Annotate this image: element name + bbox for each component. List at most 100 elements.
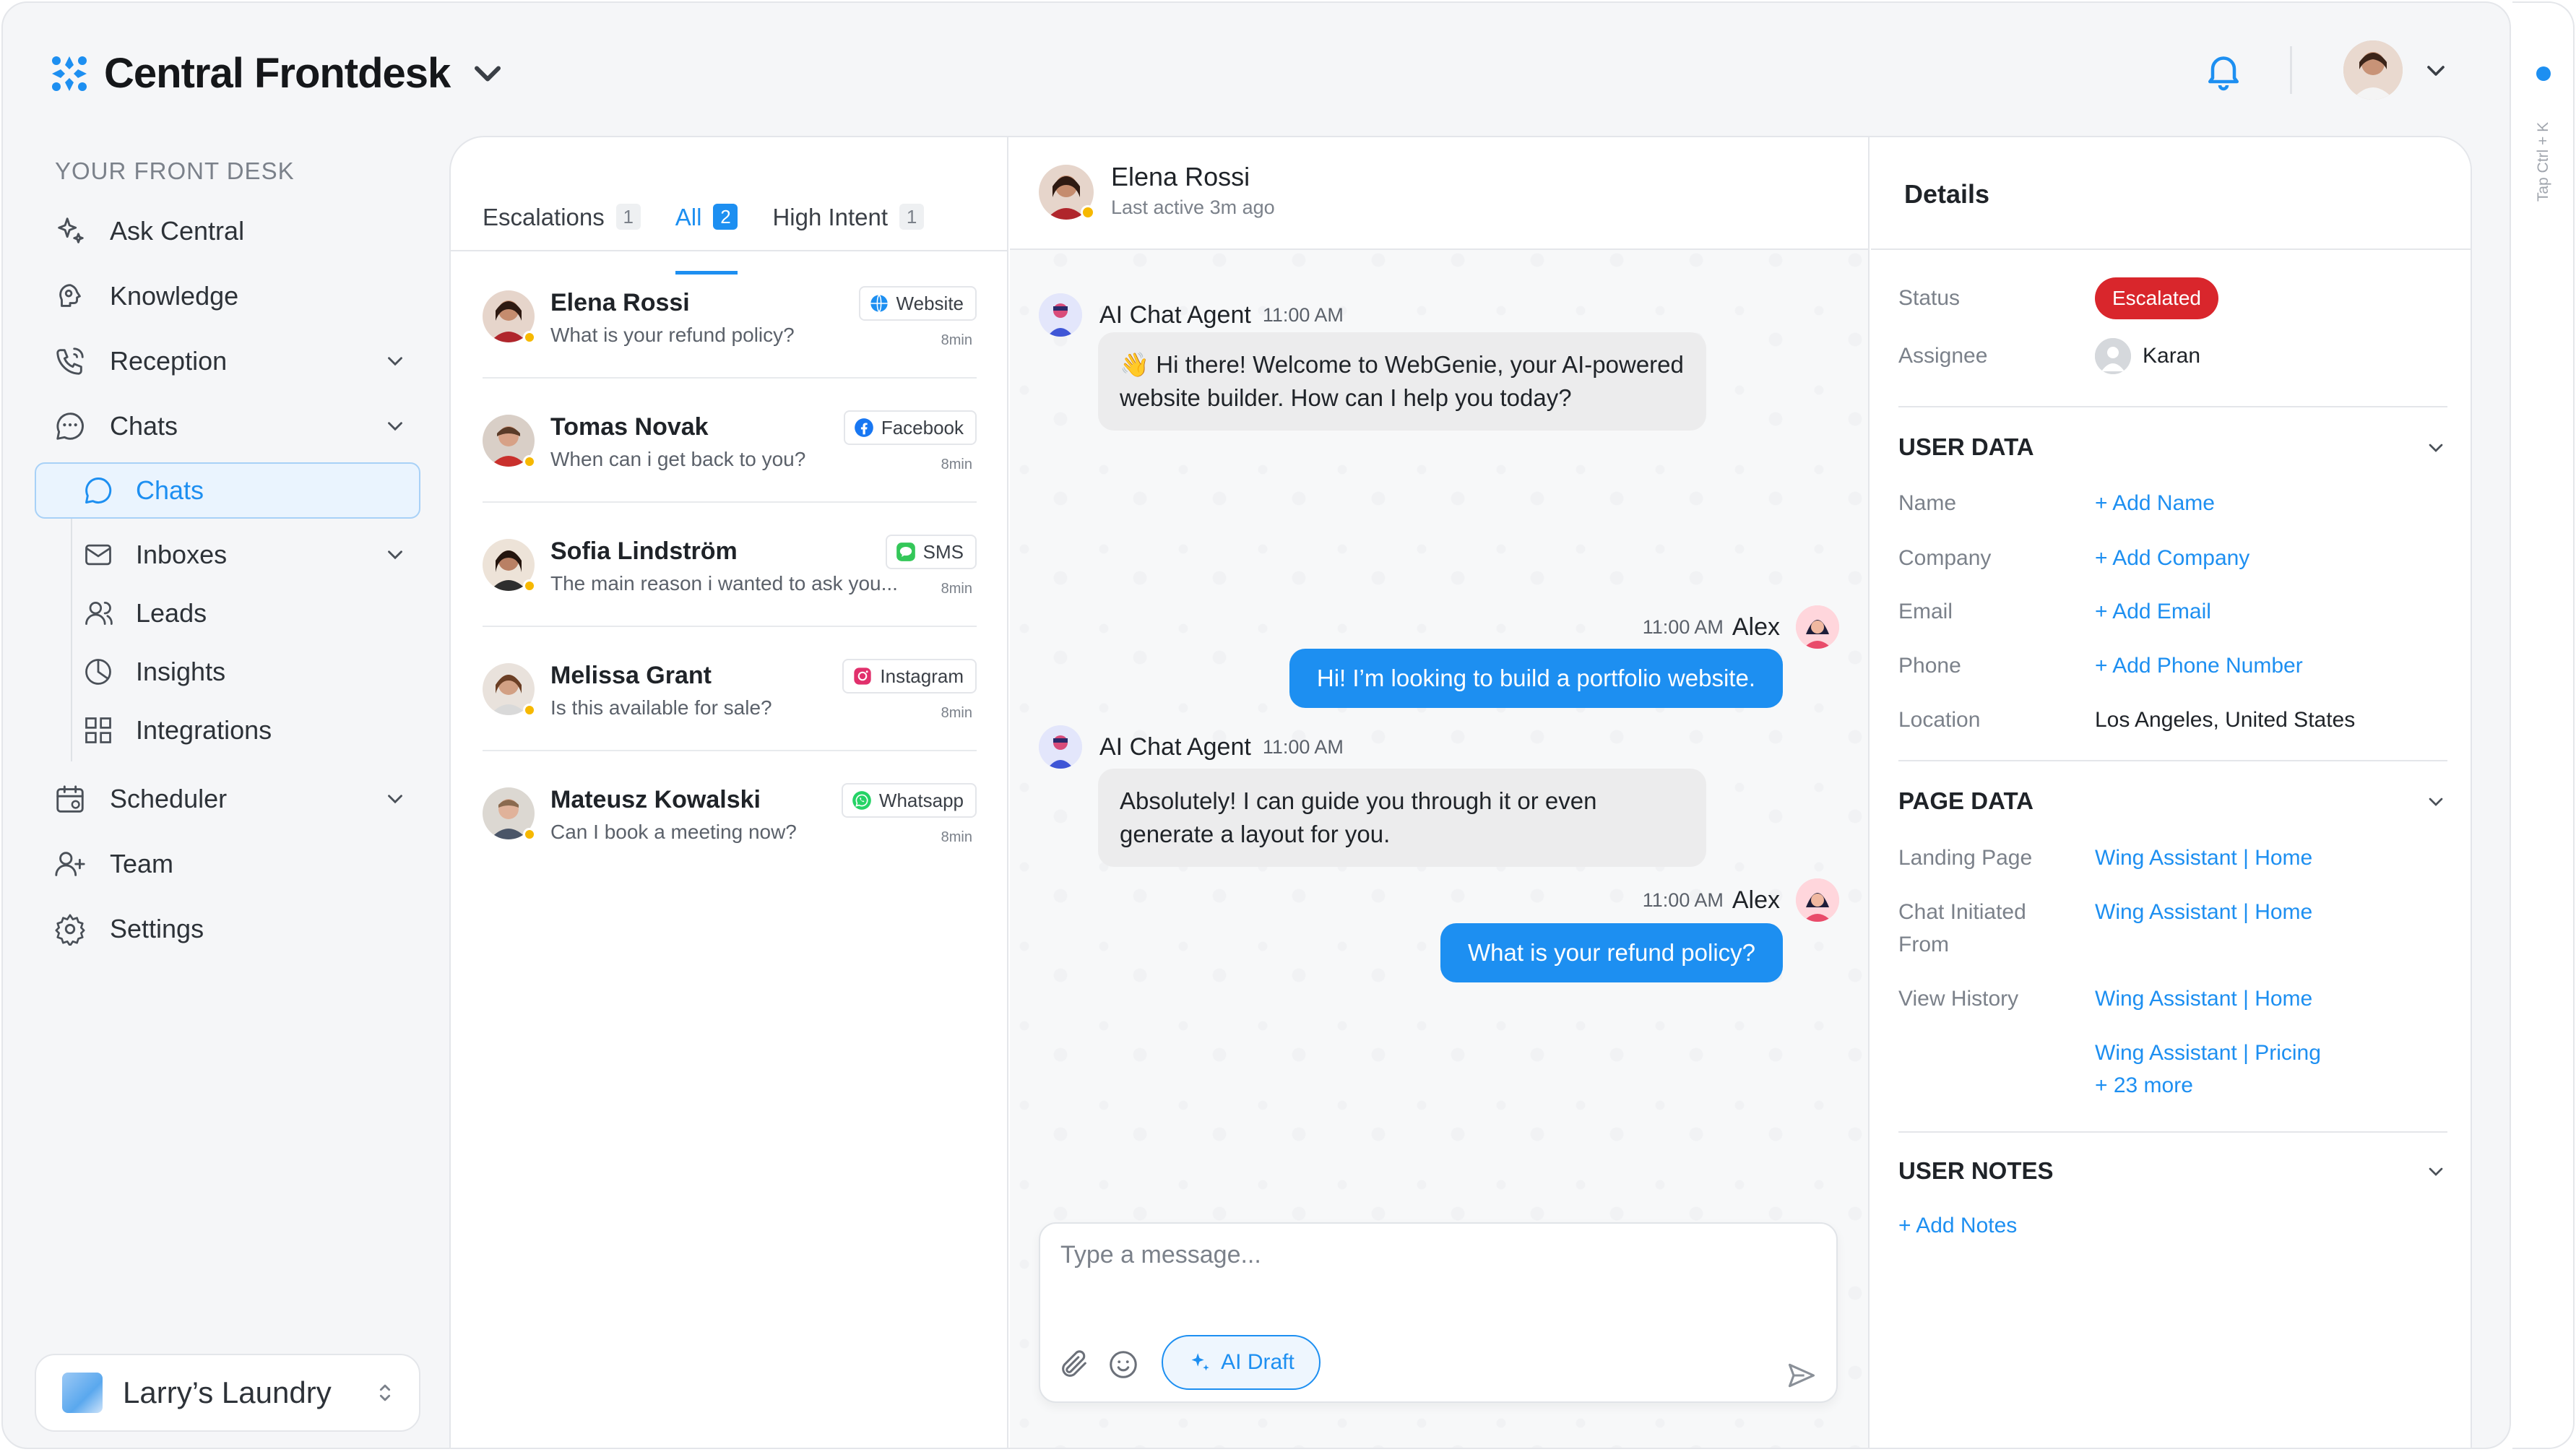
add-phone-link[interactable]: + Add Phone Number	[2095, 649, 2303, 683]
team-icon	[55, 852, 85, 876]
add-notes-link[interactable]: + Add Notes	[1898, 1209, 2017, 1243]
source-label: Whatsapp	[878, 789, 964, 811]
paperclip-icon[interactable]	[1058, 1348, 1091, 1381]
ai-draft-button[interactable]: AI Draft	[1162, 1335, 1321, 1390]
section-page-data[interactable]: PAGE DATA	[1898, 787, 2447, 815]
message-timestamp: 11:00 AM	[1642, 889, 1724, 911]
message-input[interactable]: Type a message...	[1060, 1241, 1261, 1269]
section-title: PAGE DATA	[1898, 787, 2033, 814]
status-label: Status	[1898, 286, 1961, 310]
sidebar-item-reception[interactable]: Reception	[53, 340, 407, 383]
outgoing-message-bubble: What is your refund policy?	[1440, 923, 1783, 982]
message-time: 8min	[941, 829, 972, 845]
status-dot	[523, 828, 536, 841]
status-badge[interactable]: Escalated	[2095, 277, 2218, 319]
company-label: Company	[1898, 546, 1992, 570]
assignee-selector[interactable]: Karan	[2095, 338, 2200, 374]
sidebar-item-settings[interactable]: Settings	[53, 907, 407, 951]
brain-icon	[59, 284, 81, 307]
history-link[interactable]: Wing Assistant | Pricing	[2095, 1037, 2321, 1070]
sub-nav-guide	[71, 519, 72, 761]
sidebar-item-team[interactable]: Team	[53, 842, 407, 886]
sidebar-item-label: Knowledge	[110, 281, 239, 311]
user-avatar[interactable]	[2343, 40, 2403, 100]
incoming-message-bubble: Absolutely! I can guide you through it o…	[1098, 769, 1706, 867]
sender-name: AI Chat Agent	[1099, 301, 1251, 329]
sidebar-subitem-insights[interactable]: Insights	[82, 650, 407, 693]
pie-chart-icon	[85, 659, 111, 685]
last-message: The main reason i wanted to ask you...	[550, 572, 898, 595]
chevron-down-icon[interactable]	[383, 414, 407, 438]
add-company-link[interactable]: + Add Company	[2095, 542, 2249, 575]
command-rail: Tap Ctrl + K	[2512, 1, 2575, 1449]
message-composer[interactable]: Type a message... AI Draft	[1039, 1222, 1838, 1403]
conversation-item[interactable]: Mateusz Kowalski Can I book a meeting no…	[483, 751, 977, 876]
chevron-down-icon[interactable]	[2424, 790, 2447, 813]
conversation-item[interactable]: Elena Rossi What is your refund policy? …	[483, 254, 977, 379]
chevron-down-icon[interactable]	[466, 52, 509, 95]
users-icon	[85, 601, 113, 626]
last-message: Can I book a meeting now?	[550, 821, 797, 843]
source-label: Facebook	[881, 416, 964, 438]
status-dot	[1081, 205, 1095, 220]
landing-page-link[interactable]: Wing Assistant | Home	[2095, 842, 2312, 875]
location-label: Location	[1898, 708, 1981, 732]
sidebar-section-title: YOUR FRONT DESK	[55, 157, 295, 184]
conversation-item[interactable]: Melissa Grant Is this available for sale…	[483, 627, 977, 751]
section-user-data[interactable]: USER DATA	[1898, 433, 2447, 461]
section-user-notes[interactable]: USER NOTES	[1898, 1157, 2447, 1185]
chat-initiated-link[interactable]: Wing Assistant | Home	[2095, 896, 2312, 929]
sidebar-subitem-inboxes[interactable]: Inboxes	[82, 533, 407, 576]
last-message: When can i get back to you?	[550, 448, 806, 470]
sidebar-item-label: Chats	[136, 475, 204, 505]
sidebar-item-scheduler[interactable]: Scheduler	[53, 777, 407, 821]
send-icon[interactable]	[1786, 1360, 1818, 1391]
workspace-logo	[62, 1373, 103, 1413]
whatsapp-icon	[852, 791, 871, 810]
sidebar-item-ask-central[interactable]: Ask Central	[53, 209, 407, 253]
contact-name: Mateusz Kowalski	[550, 786, 761, 813]
notification-bell-icon[interactable]	[2202, 49, 2245, 92]
chevron-down-icon[interactable]	[383, 787, 407, 811]
emoji-icon[interactable]	[1107, 1348, 1140, 1381]
chevron-down-icon[interactable]	[2424, 1160, 2447, 1183]
sidebar-item-chats[interactable]: Chats	[53, 405, 407, 448]
chevron-down-icon[interactable]	[2424, 436, 2447, 459]
chat-header: Elena Rossi Last active 3m ago	[1010, 137, 1868, 250]
chevron-down-icon[interactable]	[383, 349, 407, 373]
add-email-link[interactable]: + Add Email	[2095, 595, 2211, 628]
section-divider	[1898, 406, 2447, 407]
ai-draft-label: AI Draft	[1221, 1350, 1295, 1374]
sidebar-subitem-integrations[interactable]: Integrations	[82, 709, 407, 752]
status-dot	[523, 704, 536, 717]
tab-count: 2	[713, 204, 738, 230]
last-message: Is this available for sale?	[550, 696, 772, 719]
sidebar-item-label: Ask Central	[110, 216, 245, 246]
chat-bubble-icon	[56, 412, 84, 440]
last-message: What is your refund policy?	[550, 324, 795, 346]
sidebar-item-label: Insights	[136, 657, 226, 686]
sms-icon	[896, 543, 915, 561]
conversation-item[interactable]: Tomas Novak When can i get back to you? …	[483, 379, 977, 503]
assignee-name: Karan	[2143, 344, 2201, 368]
brand-name: Central Frontdesk	[104, 50, 451, 97]
brand[interactable]: Central Frontdesk	[48, 49, 509, 98]
conversation-item[interactable]: Sofia Lindström The main reason i wanted…	[483, 503, 977, 627]
message-meta: AI Chat Agent 11:00 AM	[1039, 725, 1344, 769]
history-more-link[interactable]: + 23 more	[2095, 1069, 2193, 1102]
chevron-down-icon[interactable]	[2421, 56, 2450, 85]
chevron-down-icon[interactable]	[383, 543, 407, 567]
last-active-text: Last active 3m ago	[1111, 196, 1275, 218]
history-link[interactable]: Wing Assistant | Home	[2095, 982, 2312, 1016]
add-name-link[interactable]: + Add Name	[2095, 487, 2215, 520]
brand-logo-icon	[52, 56, 87, 91]
workspace-switcher[interactable]: Larry’s Laundry	[35, 1354, 420, 1432]
sidebar-subitem-leads[interactable]: Leads	[82, 592, 407, 635]
sidebar-item-knowledge[interactable]: Knowledge	[53, 275, 407, 318]
chevron-up-down-icon	[379, 1384, 391, 1401]
phone-icon	[56, 347, 84, 375]
source-badge: Instagram	[842, 659, 977, 693]
sidebar-subitem-chats[interactable]: Chats	[82, 469, 407, 512]
assignee-label: Assignee	[1898, 344, 1988, 368]
tab-label: Escalations	[483, 204, 605, 230]
